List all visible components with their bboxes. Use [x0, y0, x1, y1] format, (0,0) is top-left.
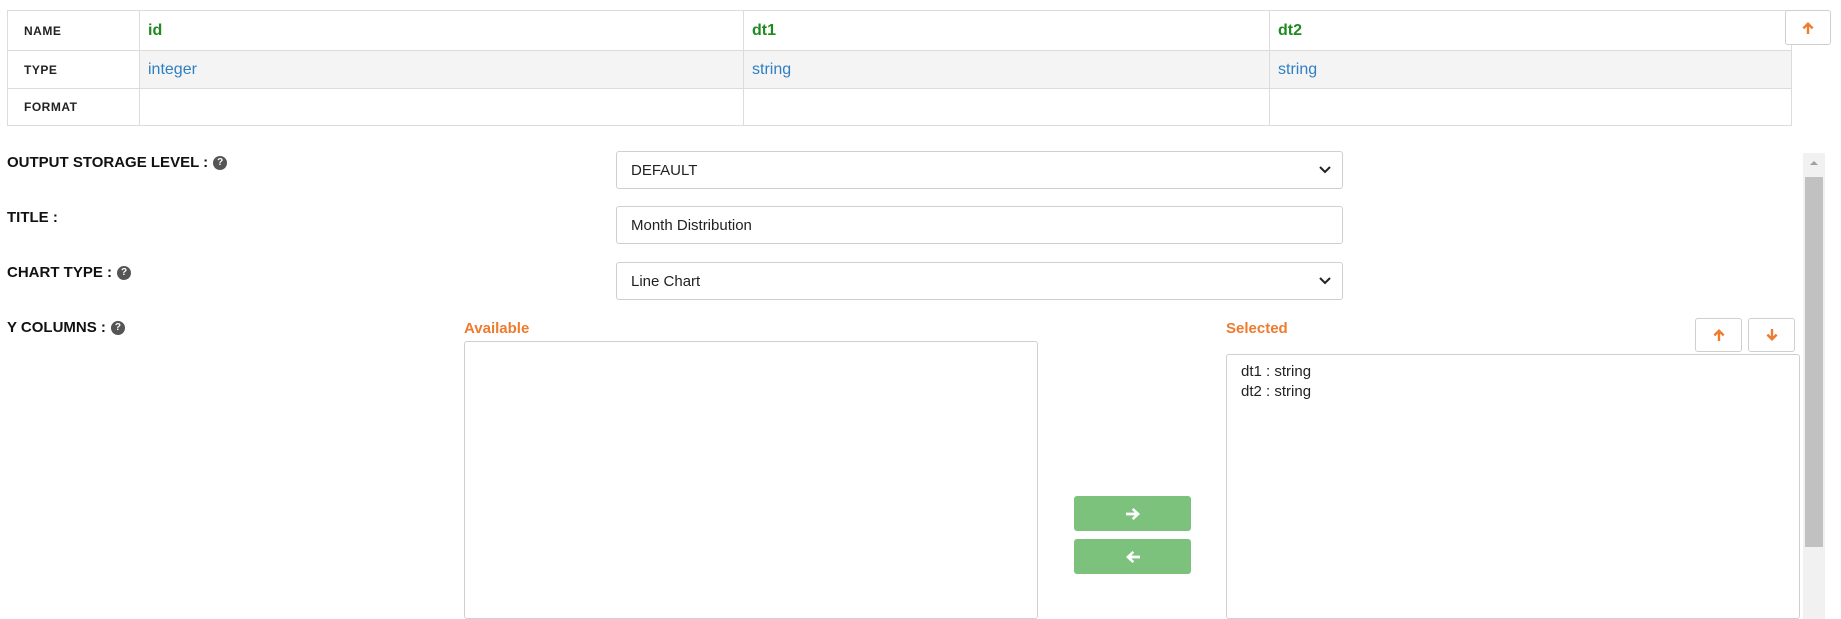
list-item[interactable]: dt1 : string [1227, 362, 1799, 382]
column-type-cell: integer [139, 50, 744, 89]
arrow-left-icon [1125, 550, 1140, 563]
arrow-down-icon [1766, 329, 1777, 341]
column-format-cell[interactable] [743, 88, 1270, 126]
list-item[interactable]: dt2 : string [1227, 382, 1799, 402]
y-columns-label: Y COLUMNS : ? [7, 319, 125, 336]
chart-type-label-text: CHART TYPE : [7, 264, 112, 281]
row-label-format: FORMAT [7, 88, 140, 126]
column-format-cell[interactable] [139, 88, 744, 126]
schema-row-format: FORMAT [7, 88, 1792, 126]
schema-row-name: NAME id dt1 dt2 [7, 10, 1792, 51]
question-circle-icon[interactable]: ? [213, 155, 228, 170]
chevron-down-icon [1319, 166, 1331, 174]
title-label: TITLE : [7, 209, 58, 226]
move-down-button[interactable] [1748, 318, 1795, 352]
arrow-up-icon [1802, 21, 1814, 34]
vertical-scrollbar[interactable] [1803, 153, 1825, 619]
chevron-down-icon [1319, 277, 1331, 285]
available-title: Available [464, 320, 530, 337]
column-format-cell[interactable] [1269, 88, 1792, 126]
move-up-button[interactable] [1695, 318, 1742, 352]
available-columns-list[interactable] [464, 341, 1038, 619]
scroll-up-arrow-icon[interactable] [1803, 153, 1825, 173]
output-storage-level-label: OUTPUT STORAGE LEVEL : ? [7, 154, 228, 171]
question-circle-icon[interactable]: ? [117, 265, 131, 280]
column-name-cell: dt2 [1269, 10, 1792, 51]
selected-columns-list[interactable]: dt1 : string dt2 : string [1226, 354, 1800, 619]
selected-title: Selected [1226, 320, 1288, 337]
output-storage-level-select[interactable]: DEFAULT [616, 151, 1343, 189]
column-type-cell: string [743, 50, 1270, 89]
schema-row-type: TYPE integer string string [7, 50, 1792, 89]
arrow-up-icon [1713, 329, 1724, 341]
title-input-value: Month Distribution [631, 216, 752, 234]
column-name-cell: id [139, 10, 744, 51]
chart-type-value: Line Chart [631, 272, 701, 290]
output-storage-level-label-text: OUTPUT STORAGE LEVEL : [7, 154, 209, 171]
y-columns-label-text: Y COLUMNS : [7, 319, 106, 336]
title-input[interactable]: Month Distribution [616, 206, 1343, 244]
move-left-button[interactable] [1074, 539, 1191, 574]
output-storage-level-value: DEFAULT [631, 161, 698, 179]
schema-table: NAME id dt1 dt2 TYPE integer string stri… [7, 10, 1792, 126]
title-label-text: TITLE : [7, 209, 58, 226]
question-circle-icon[interactable]: ? [110, 320, 125, 335]
scroll-top-button[interactable] [1785, 10, 1831, 45]
column-name-cell: dt1 [743, 10, 1270, 51]
row-label-type: TYPE [7, 50, 140, 89]
chart-type-label: CHART TYPE : ? [7, 264, 131, 281]
arrow-right-icon [1125, 507, 1140, 520]
row-label-name: NAME [7, 10, 140, 51]
scrollbar-thumb[interactable] [1805, 177, 1823, 547]
column-type-cell: string [1269, 50, 1792, 89]
move-right-button[interactable] [1074, 496, 1191, 531]
chart-type-select[interactable]: Line Chart [616, 262, 1343, 300]
